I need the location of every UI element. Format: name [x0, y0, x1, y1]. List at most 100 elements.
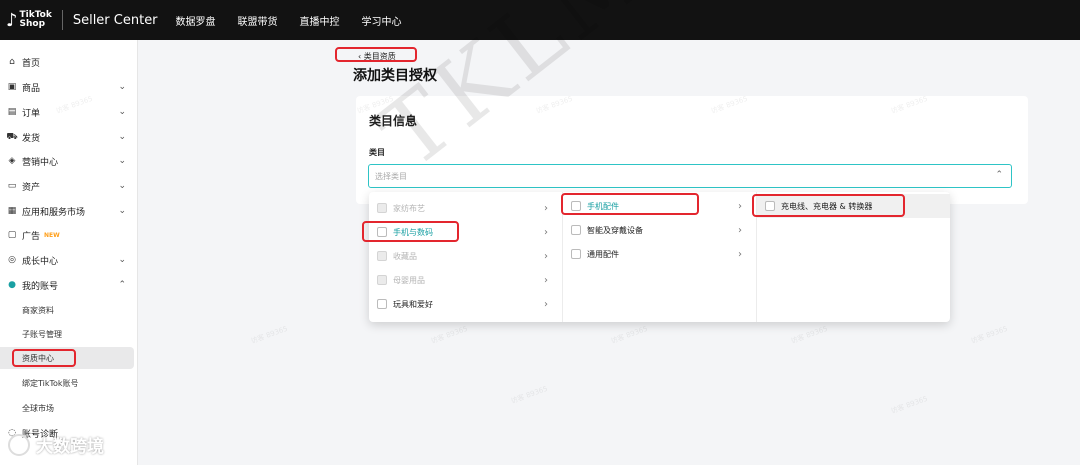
- chevron-up-icon: ⌃: [995, 170, 1003, 180]
- chevron-right-icon: ›: [544, 298, 548, 310]
- sidebar: ⌂ 首页 ▣ 商品 ⌄ ▤ 订单 ⌄ ⛟ 发货 ⌄ ◈ 营销中心 ⌄ ▭ 资产 …: [0, 40, 138, 465]
- highlight-box-phone-accessories: [561, 193, 699, 215]
- watermark-small: 访客 89365: [889, 394, 929, 416]
- checkbox: [377, 203, 387, 213]
- growth-icon: ◎: [8, 255, 16, 265]
- sidebar-item-growth[interactable]: ◎ 成长中心 ⌄: [0, 248, 138, 272]
- sidebar-item-label: 营销中心: [22, 157, 59, 168]
- sidebar-item-label: 资产: [22, 182, 41, 193]
- truck-icon: ⛟: [6, 131, 18, 142]
- chevron-right-icon: ›: [738, 224, 742, 236]
- sidebar-item-label: 发货: [22, 133, 41, 144]
- chevron-right-icon: ›: [544, 202, 548, 214]
- cascader-option: 家纺布艺 ›: [369, 196, 562, 220]
- topnav-live-control[interactable]: 直播中控: [300, 13, 340, 28]
- cascader-option: 母婴用品 ›: [369, 268, 562, 292]
- home-icon: ⌂: [9, 57, 15, 67]
- option-label: 通用配件: [587, 249, 619, 259]
- chevron-down-icon: ⌄: [118, 156, 126, 166]
- sidebar-item-home[interactable]: ⌂ 首页: [0, 50, 138, 74]
- sidebar-item-marketing[interactable]: ◈ 营销中心 ⌄: [0, 149, 138, 173]
- option-label: 家纺布艺: [393, 203, 425, 213]
- sidebar-sub-global-market[interactable]: 全球市场: [0, 397, 134, 419]
- checkbox[interactable]: [377, 299, 387, 309]
- highlight-box-breadcrumb: [335, 47, 417, 62]
- sidebar-item-assets[interactable]: ▭ 资产 ⌄: [0, 174, 138, 198]
- chevron-right-icon: ›: [738, 200, 742, 212]
- top-bar: ♪ TikTok Shop Seller Center 数据罗盘 联盟带货 直播…: [0, 0, 1080, 40]
- category-select-placeholder: 选择类目: [375, 172, 407, 181]
- watermark-small: 访客 89365: [509, 384, 549, 406]
- category-info-card: 类目信息 类目 选择类目 ⌃: [356, 96, 1028, 204]
- highlight-box-phones-digital: [362, 221, 459, 242]
- product-name: Seller Center: [72, 12, 158, 28]
- chevron-down-icon: ⌄: [118, 181, 126, 191]
- topnav-learning-center[interactable]: 学习中心: [362, 13, 402, 28]
- sidebar-item-app-market[interactable]: ▦ 应用和服务市场 ⌄: [0, 199, 138, 223]
- watermark-small: 访客 89365: [969, 324, 1009, 346]
- chevron-down-icon: ⌄: [118, 82, 126, 92]
- sidebar-item-label: 首页: [22, 58, 41, 69]
- topbar-divider: [61, 10, 63, 30]
- sidebar-item-label: 应用和服务市场: [22, 207, 86, 218]
- sidebar-sub-merchant-profile[interactable]: 商家资料: [0, 299, 134, 321]
- option-label: 收藏品: [393, 251, 417, 261]
- option-label: 母婴用品: [393, 275, 425, 285]
- topnav-data-compass[interactable]: 数据罗盘: [176, 13, 216, 28]
- tiktok-shop-logo[interactable]: ♪ TikTok Shop: [6, 10, 52, 31]
- sidebar-item-label: 成长中心: [22, 256, 59, 267]
- topnav-affiliate[interactable]: 联盟带货: [238, 13, 278, 28]
- checkbox[interactable]: [571, 225, 581, 235]
- tiktok-note-icon: ♪: [6, 9, 18, 31]
- sidebar-item-label: 我的账号: [22, 281, 59, 292]
- ad-icon: ▢: [7, 230, 17, 240]
- sidebar-sub-bind-tiktok[interactable]: 绑定TikTok账号: [0, 372, 134, 394]
- new-badge: NEW: [44, 231, 60, 239]
- checkbox: [377, 251, 387, 261]
- chevron-right-icon: ›: [544, 250, 548, 262]
- logo-text-bottom: Shop: [19, 19, 46, 29]
- watermark-logo-text: 大数跨境: [36, 437, 104, 457]
- cascader-option: 收藏品 ›: [369, 244, 562, 268]
- sidebar-item-label: 订单: [22, 108, 41, 119]
- sidebar-item-products[interactable]: ▣ 商品 ⌄: [0, 75, 138, 99]
- watermark-small: 访客 89365: [609, 324, 649, 346]
- watermark-small: 访客 89365: [789, 324, 829, 346]
- category-field-label: 类目: [369, 148, 385, 157]
- chevron-down-icon: ⌄: [118, 107, 126, 117]
- sidebar-item-label: 商品: [22, 83, 41, 94]
- cascader-column-level1: 家纺布艺 › 手机与数码 › 收藏品 › 母婴用品 › 玩具和爱好 ›: [369, 192, 563, 322]
- chevron-right-icon: ›: [738, 248, 742, 260]
- apps-icon: ▦: [7, 206, 17, 216]
- wallet-icon: ▭: [7, 181, 17, 191]
- chevron-down-icon: ⌄: [118, 255, 126, 265]
- sidebar-item-ads[interactable]: ▢ 广告 NEW: [0, 223, 138, 247]
- sidebar-item-my-account[interactable]: ● 我的账号 ⌃: [0, 273, 138, 297]
- order-icon: ▤: [7, 107, 17, 117]
- category-select[interactable]: 选择类目 ⌃: [368, 164, 1012, 188]
- card-title: 类目信息: [369, 114, 418, 128]
- cascader-option[interactable]: 通用配件 ›: [563, 242, 756, 266]
- highlight-box-qualification: [12, 349, 76, 367]
- watermark-logo-icon: [8, 433, 30, 456]
- watermark-small: 访客 89365: [429, 324, 469, 346]
- cascader-option[interactable]: 玩具和爱好 ›: [369, 292, 562, 316]
- sidebar-sub-subaccounts[interactable]: 子账号管理: [0, 323, 134, 345]
- sidebar-item-orders[interactable]: ▤ 订单 ⌄: [0, 100, 138, 124]
- chevron-right-icon: ›: [544, 274, 548, 286]
- option-label: 玩具和爱好: [393, 299, 433, 309]
- cascader-option[interactable]: 智能及穿戴设备 ›: [563, 218, 756, 242]
- chevron-down-icon: ⌄: [118, 206, 126, 216]
- dashujingjing-watermark-logo: 大数跨境: [8, 432, 104, 457]
- sidebar-item-shipping[interactable]: ⛟ 发货 ⌄: [0, 125, 138, 149]
- option-label: 智能及穿戴设备: [587, 225, 643, 235]
- watermark-small: 访客 89365: [249, 324, 289, 346]
- checkbox[interactable]: [571, 249, 581, 259]
- checkbox: [377, 275, 387, 285]
- chevron-up-icon: ⌃: [118, 280, 126, 290]
- highlight-box-chargers: [752, 194, 905, 217]
- chevron-down-icon: ⌄: [118, 132, 126, 142]
- page-title: 添加类目授权: [353, 68, 437, 84]
- box-icon: ▣: [7, 82, 17, 92]
- user-icon: ●: [8, 280, 16, 290]
